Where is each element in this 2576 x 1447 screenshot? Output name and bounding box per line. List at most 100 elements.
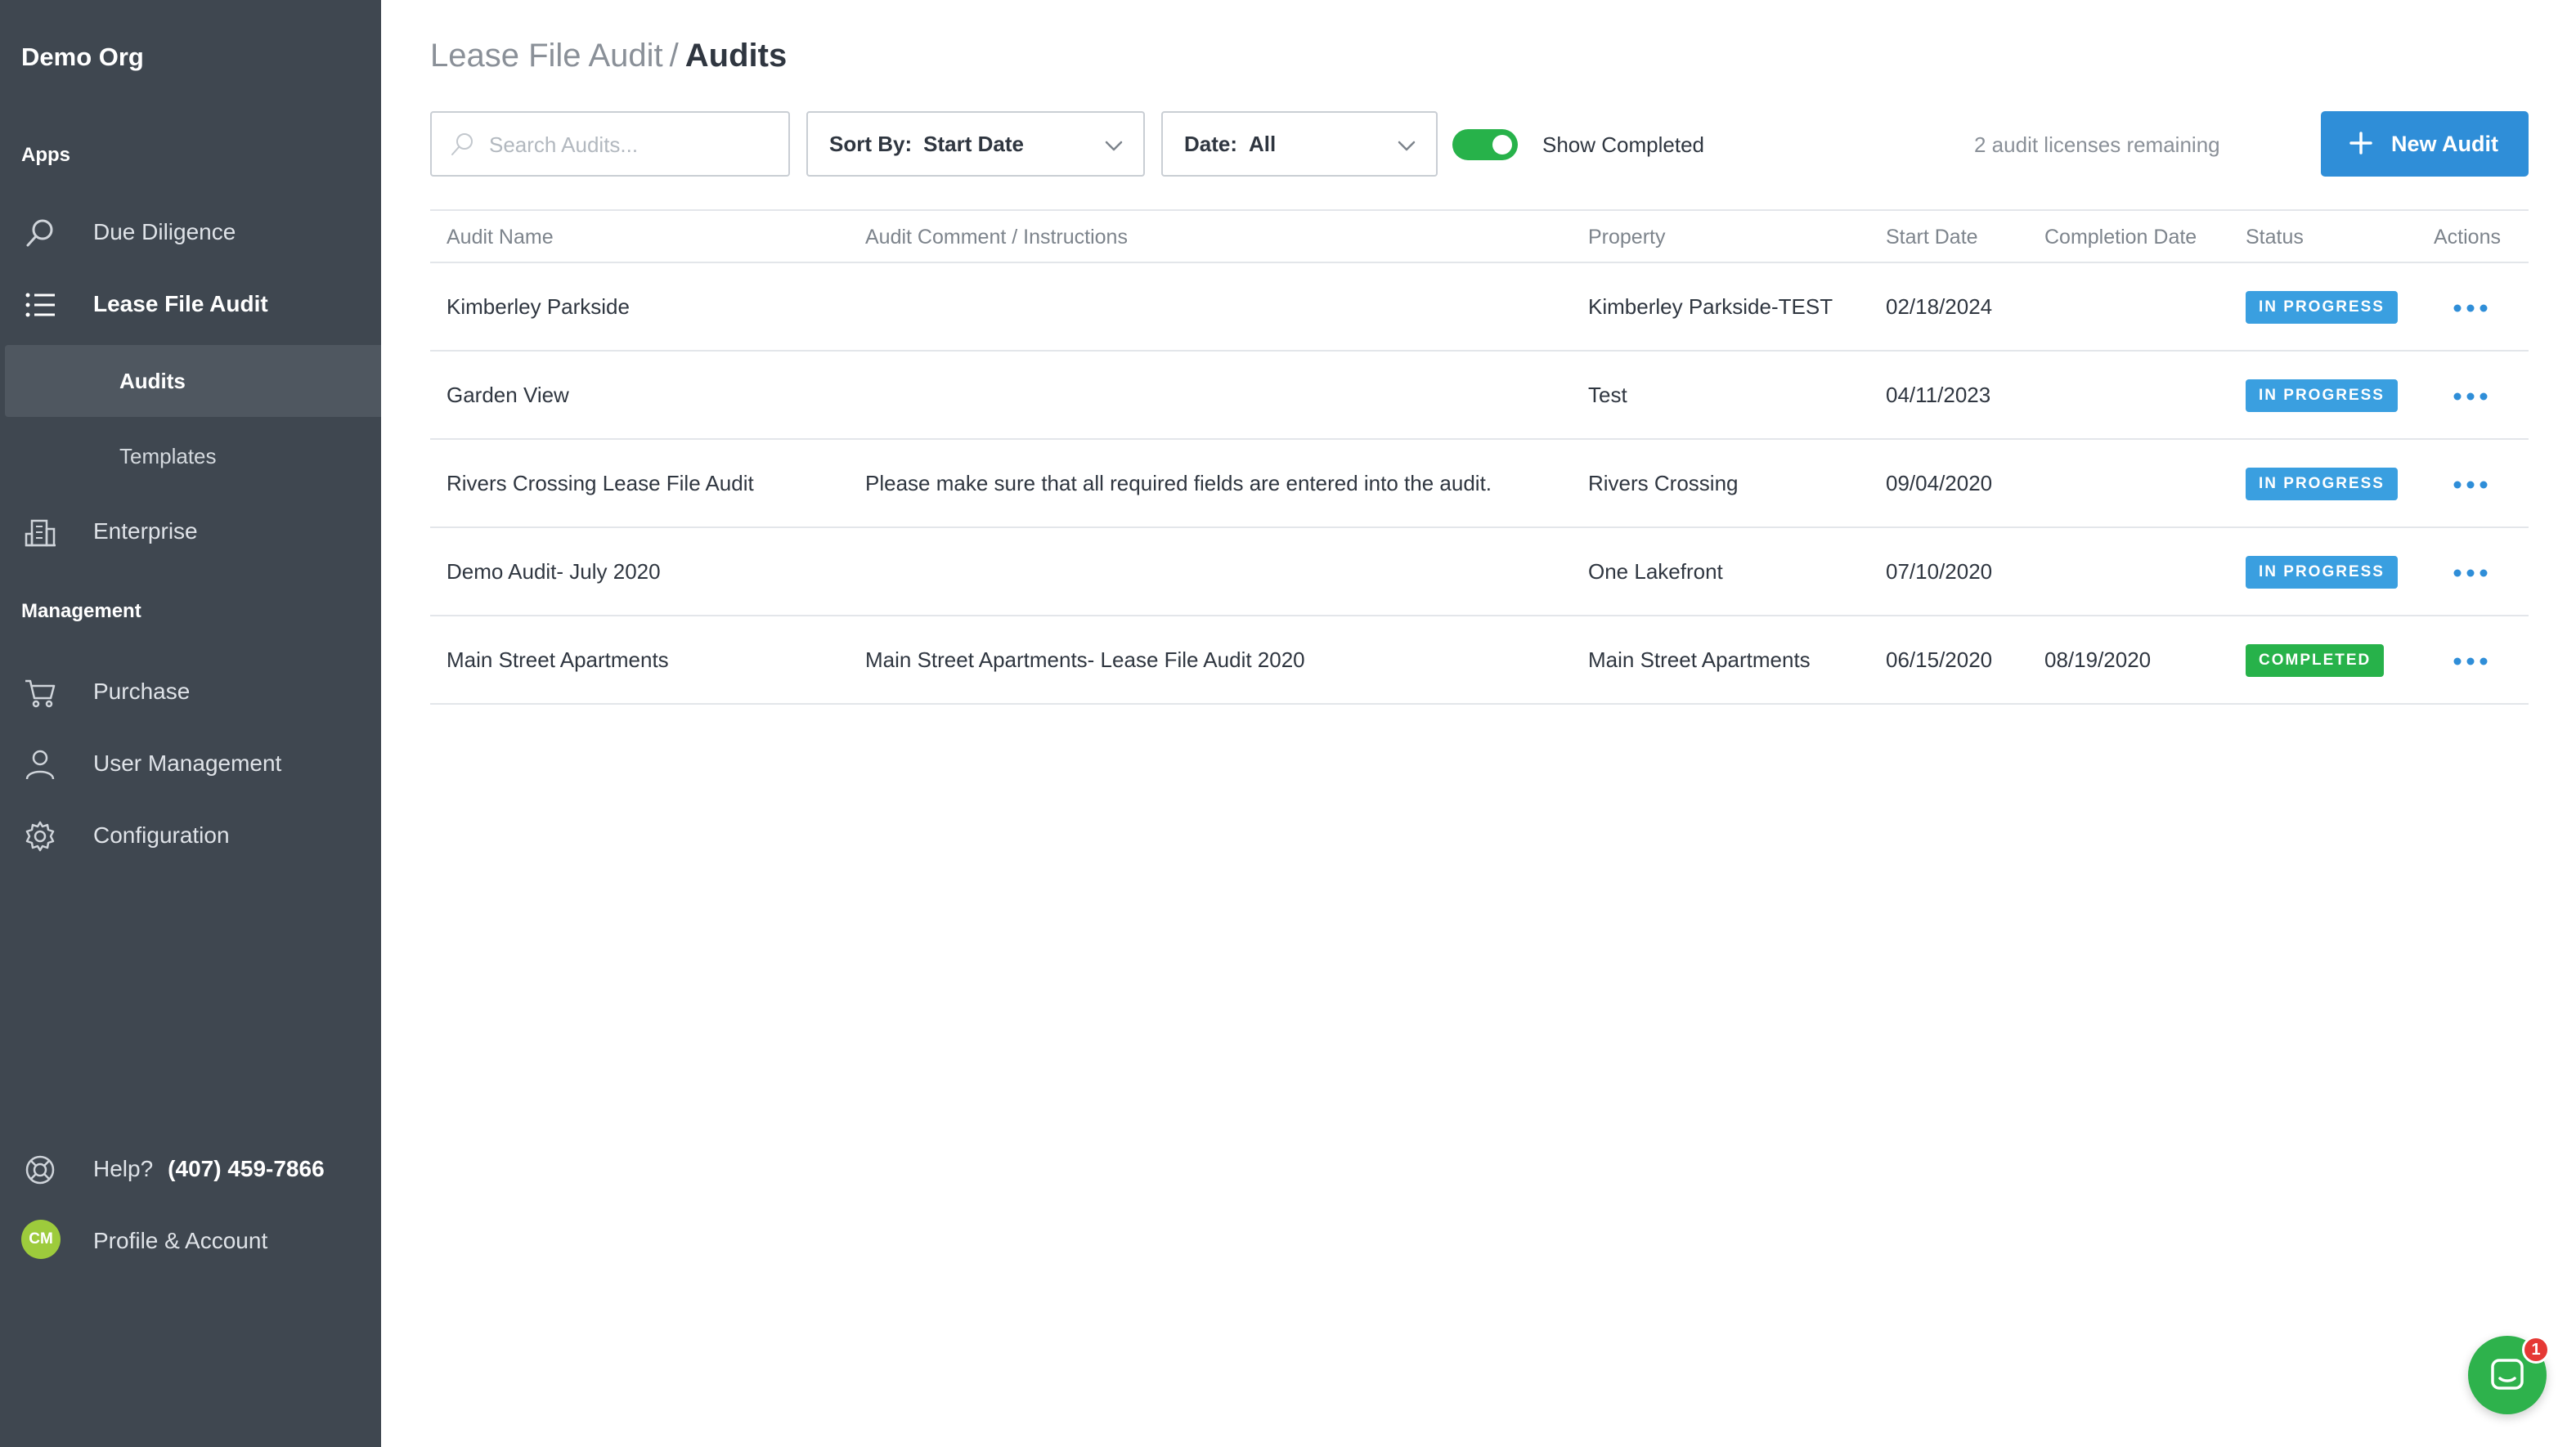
sidebar-subitem-audits[interactable]: Audits bbox=[5, 345, 381, 417]
search-input[interactable] bbox=[489, 126, 775, 164]
licenses-remaining: 2 audit licenses remaining bbox=[1974, 132, 2220, 157]
audit-start-date: 09/04/2020 bbox=[1886, 471, 1993, 495]
management-section-label: Management bbox=[21, 600, 141, 622]
sidebar-item-label: Purchase bbox=[93, 679, 191, 704]
audit-property: Rivers Crossing bbox=[1588, 471, 1739, 495]
column-header-comment[interactable]: Audit Comment / Instructions bbox=[865, 226, 1128, 249]
sidebar-item-label: User Management bbox=[93, 750, 282, 776]
audit-name[interactable]: Kimberley Parkside bbox=[447, 294, 630, 320]
sidebar-item-label: Enterprise bbox=[93, 518, 198, 544]
chevron-down-icon bbox=[1395, 134, 1418, 157]
sidebar-item-label: Profile & Account bbox=[93, 1228, 268, 1253]
help-text: Help? bbox=[93, 1156, 154, 1181]
audit-comment: Please make sure that all required field… bbox=[865, 471, 1492, 495]
more-actions-icon[interactable] bbox=[2450, 649, 2491, 674]
audit-name[interactable]: Main Street Apartments bbox=[447, 647, 669, 673]
main-content: Lease File Audit/Audits Sort By: Start D… bbox=[381, 0, 2576, 1447]
more-actions-icon[interactable] bbox=[2450, 561, 2491, 585]
sidebar-subitem-label: Templates bbox=[119, 443, 217, 468]
breadcrumb: Lease File Audit / Audits bbox=[430, 38, 787, 74]
sidebar-item-enterprise[interactable]: Enterprise bbox=[0, 499, 381, 564]
column-header-start-date[interactable]: Start Date bbox=[1886, 226, 1978, 249]
sort-by-select[interactable]: Sort By: Start Date bbox=[806, 111, 1145, 177]
more-actions-icon[interactable] bbox=[2450, 473, 2491, 497]
audit-start-date: 04/11/2023 bbox=[1886, 383, 1991, 407]
user-icon bbox=[23, 747, 57, 782]
table-row[interactable]: Main Street Apartments Main Street Apart… bbox=[430, 616, 2529, 705]
status-badge: IN PROGRESS bbox=[2246, 291, 2398, 324]
sidebar: Demo Org Apps Due Diligence Lease File A… bbox=[0, 0, 381, 1447]
sidebar-subitem-templates[interactable]: Templates bbox=[5, 420, 381, 492]
date-filter-value: All bbox=[1249, 131, 1277, 156]
table-header: Audit Name Audit Comment / Instructions … bbox=[430, 209, 2529, 263]
audit-start-date: 02/18/2024 bbox=[1886, 294, 1993, 319]
date-filter-label: Date: bbox=[1184, 131, 1238, 156]
status-badge: IN PROGRESS bbox=[2246, 468, 2398, 500]
sort-by-value: Start Date bbox=[923, 131, 1024, 156]
show-completed-label: Show Completed bbox=[1542, 132, 1704, 157]
sidebar-item-help[interactable]: Help? (407) 459-7866 bbox=[0, 1136, 381, 1202]
chevron-down-icon bbox=[1102, 134, 1125, 157]
sidebar-item-lease-file-audit[interactable]: Lease File Audit bbox=[0, 271, 381, 337]
sidebar-item-configuration[interactable]: Configuration bbox=[0, 803, 381, 868]
chat-notification-badge: 1 bbox=[2522, 1336, 2550, 1364]
status-badge: IN PROGRESS bbox=[2246, 556, 2398, 589]
audits-table: Audit Name Audit Comment / Instructions … bbox=[430, 209, 2529, 705]
chat-icon bbox=[2489, 1357, 2525, 1393]
sidebar-item-label: Lease File Audit bbox=[93, 291, 268, 316]
list-icon bbox=[23, 288, 57, 322]
audit-comment: Main Street Apartments- Lease File Audit… bbox=[865, 647, 1305, 672]
new-audit-button[interactable]: New Audit bbox=[2321, 111, 2529, 177]
help-label: Help? (407) 459-7866 bbox=[93, 1156, 325, 1182]
sidebar-item-profile[interactable]: Profile & Account bbox=[0, 1208, 381, 1274]
status-badge: IN PROGRESS bbox=[2246, 379, 2398, 412]
sidebar-item-label: Configuration bbox=[93, 822, 230, 848]
sidebar-item-purchase[interactable]: Purchase bbox=[0, 659, 381, 724]
table-row[interactable]: Rivers Crossing Lease File Audit Please … bbox=[430, 440, 2529, 528]
sidebar-subitem-label: Audits bbox=[119, 368, 186, 393]
audit-start-date: 06/15/2020 bbox=[1886, 647, 1993, 672]
table-row[interactable]: Kimberley Parkside Kimberley Parkside-TE… bbox=[430, 263, 2529, 352]
column-header-property[interactable]: Property bbox=[1588, 226, 1665, 249]
cart-icon bbox=[23, 675, 57, 710]
org-name: Demo Org bbox=[21, 43, 144, 71]
search-icon bbox=[448, 131, 476, 159]
column-header-audit-name[interactable]: Audit Name bbox=[447, 226, 554, 249]
date-filter-select[interactable]: Date: All bbox=[1161, 111, 1438, 177]
breadcrumb-parent[interactable]: Lease File Audit bbox=[430, 38, 663, 74]
status-badge: COMPLETED bbox=[2246, 644, 2385, 677]
sidebar-item-label: Due Diligence bbox=[93, 219, 236, 244]
page-title: Audits bbox=[684, 38, 788, 74]
apps-section-label: Apps bbox=[21, 144, 70, 166]
audit-property: One Lakefront bbox=[1588, 559, 1723, 584]
lifebuoy-icon bbox=[23, 1153, 57, 1187]
sidebar-item-user-management[interactable]: User Management bbox=[0, 731, 381, 796]
more-actions-icon[interactable] bbox=[2450, 384, 2491, 409]
table-row[interactable]: Demo Audit- July 2020 One Lakefront 07/1… bbox=[430, 528, 2529, 616]
plus-icon bbox=[2349, 131, 2373, 155]
search-icon bbox=[23, 216, 57, 250]
column-header-completion-date[interactable]: Completion Date bbox=[2044, 226, 2197, 249]
building-icon bbox=[23, 515, 57, 549]
audit-start-date: 07/10/2020 bbox=[1886, 559, 1993, 584]
more-actions-icon[interactable] bbox=[2450, 296, 2491, 320]
audit-name[interactable]: Garden View bbox=[447, 383, 569, 408]
audit-name[interactable]: Demo Audit- July 2020 bbox=[447, 559, 661, 585]
help-phone[interactable]: (407) 459-7866 bbox=[168, 1156, 324, 1181]
audit-name[interactable]: Rivers Crossing Lease File Audit bbox=[447, 471, 754, 496]
sidebar-item-due-diligence[interactable]: Due Diligence bbox=[0, 199, 381, 265]
new-audit-label: New Audit bbox=[2391, 131, 2498, 156]
audit-property: Main Street Apartments bbox=[1588, 647, 1811, 672]
audit-property: Kimberley Parkside-TEST bbox=[1588, 294, 1833, 319]
sort-by-label: Sort By: bbox=[829, 131, 913, 156]
audit-property: Test bbox=[1588, 383, 1627, 407]
gear-icon bbox=[23, 819, 57, 853]
show-completed-toggle[interactable] bbox=[1452, 129, 1518, 160]
toggle-knob bbox=[1492, 135, 1512, 155]
column-header-status[interactable]: Status bbox=[2246, 226, 2304, 249]
search-box bbox=[430, 111, 790, 177]
column-header-actions: Actions bbox=[2434, 226, 2501, 249]
audit-completion-date: 08/19/2020 bbox=[2044, 647, 2152, 672]
table-row[interactable]: Garden View Test 04/11/2023 IN PROGRESS bbox=[430, 352, 2529, 440]
breadcrumb-separator: / bbox=[669, 38, 679, 74]
